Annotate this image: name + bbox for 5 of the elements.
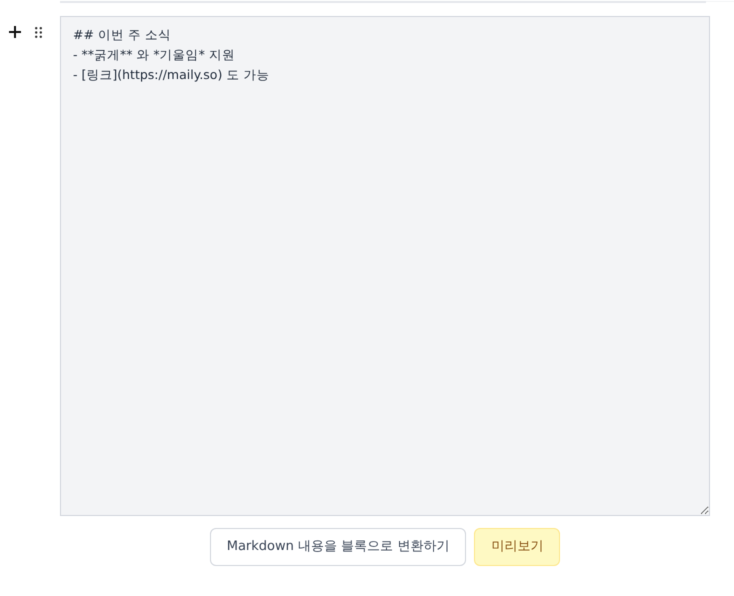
plus-icon[interactable] — [9, 26, 21, 38]
drag-handle-icon[interactable] — [35, 26, 42, 38]
preview-button[interactable]: 미리보기 — [474, 528, 560, 566]
convert-button[interactable]: Markdown 내용을 블록으로 변환하기 — [210, 528, 466, 566]
markdown-input-field[interactable]: ## 이번 주 소식 - **굵게** 와 *기울임* 지원 - [링크](https://maily.so) 도 가능 — [60, 16, 710, 516]
